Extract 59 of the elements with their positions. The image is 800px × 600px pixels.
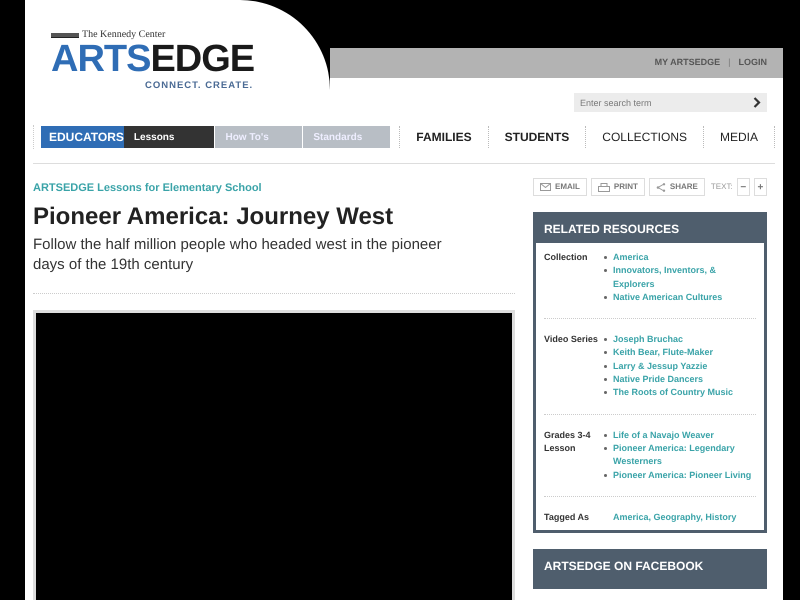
panel-title: ARTSEDGE ON FACEBOOK xyxy=(543,558,704,576)
bullet-icon xyxy=(604,364,607,368)
page-title: Pioneer America: Journey West xyxy=(33,202,394,230)
top-link[interactable]: LOGIN xyxy=(738,56,767,70)
bullet-icon xyxy=(604,338,607,342)
tool-button[interactable]: PRINT xyxy=(590,178,645,196)
page-subtitle: Follow the half million people who headed west in the pioneer days of the 19th century xyxy=(33,234,443,274)
tag-links[interactable]: America, Geography, History xyxy=(613,510,736,524)
text-size-button[interactable]: + xyxy=(754,178,767,196)
bullet-icon xyxy=(604,434,607,437)
text-size-button[interactable]: − xyxy=(736,178,750,196)
bullet-icon xyxy=(604,296,607,299)
main-nav-link[interactable]: COLLECTIONS xyxy=(586,128,703,146)
text-size-label: TEXT: xyxy=(710,181,733,193)
resource-link[interactable]: Innovators, Inventors, & Explorers xyxy=(613,264,754,291)
subnav-tab[interactable]: Standards xyxy=(303,126,392,148)
subnav-tab[interactable]: Lessons xyxy=(124,126,216,148)
resource-link[interactable]: Larry & Jessup Yazzie xyxy=(613,360,708,374)
main-nav-link[interactable]: FAMILIES xyxy=(400,128,488,146)
main-nav-link[interactable]: MEDIA xyxy=(704,128,774,146)
resource-link[interactable]: Pioneer America: Pioneer Living xyxy=(613,468,752,482)
resource-link[interactable]: Joseph Bruchac xyxy=(613,333,684,346)
separator: | xyxy=(728,56,730,70)
bullet-icon xyxy=(604,378,607,382)
subnav-tab[interactable]: How To's xyxy=(215,126,304,148)
tool-button[interactable]: EMAIL xyxy=(533,178,587,196)
resource-link[interactable]: America xyxy=(613,251,649,264)
printer-icon xyxy=(598,182,610,192)
group-label: Tagged As xyxy=(544,510,590,524)
resource-link[interactable]: Keith Bear, Flute-Maker xyxy=(613,346,714,360)
chevron-right-icon[interactable] xyxy=(753,97,761,108)
org-badge xyxy=(51,32,79,38)
resource-link[interactable]: The Roots of Country Music xyxy=(613,386,733,400)
resource-link[interactable]: Native American Cultures xyxy=(613,290,722,304)
section-tab[interactable]: EDUCATORS xyxy=(41,126,124,148)
logo-wordmark: ARTSEDGE xyxy=(51,41,256,77)
logo-tagline: CONNECT. CREATE. xyxy=(145,79,254,93)
group-label: Video Series xyxy=(544,333,599,346)
bullet-icon xyxy=(604,391,607,394)
group-label: Collection xyxy=(544,251,589,264)
resource-link[interactable]: Life of a Navajo Weaver xyxy=(613,428,714,442)
resource-link[interactable]: Pioneer America: Legendary Westerners xyxy=(613,442,754,469)
top-link[interactable]: MY ARTSEDGE xyxy=(654,56,720,70)
group-label: Grades 3-4 Lesson xyxy=(544,428,592,455)
breadcrumb-link[interactable]: ARTSEDGE Lessons for Elementary School xyxy=(33,180,515,196)
org-name: The Kennedy Center xyxy=(82,30,166,40)
video-player[interactable] xyxy=(33,310,515,600)
main-nav-link[interactable]: STUDENTS xyxy=(488,128,586,146)
tool-button[interactable]: SHARE xyxy=(648,178,705,196)
search-bar[interactable]: Enter search term xyxy=(574,93,767,112)
bullet-icon xyxy=(604,269,607,272)
share-icon xyxy=(656,182,666,192)
bullet-icon xyxy=(604,446,607,450)
bullet-icon xyxy=(604,351,607,354)
bullet-icon xyxy=(604,256,607,259)
bullet-icon xyxy=(604,474,607,477)
resource-link[interactable]: Native Pride Dancers xyxy=(613,373,704,386)
panel-title: RELATED RESOURCES xyxy=(543,221,680,238)
envelope-icon xyxy=(540,183,551,191)
